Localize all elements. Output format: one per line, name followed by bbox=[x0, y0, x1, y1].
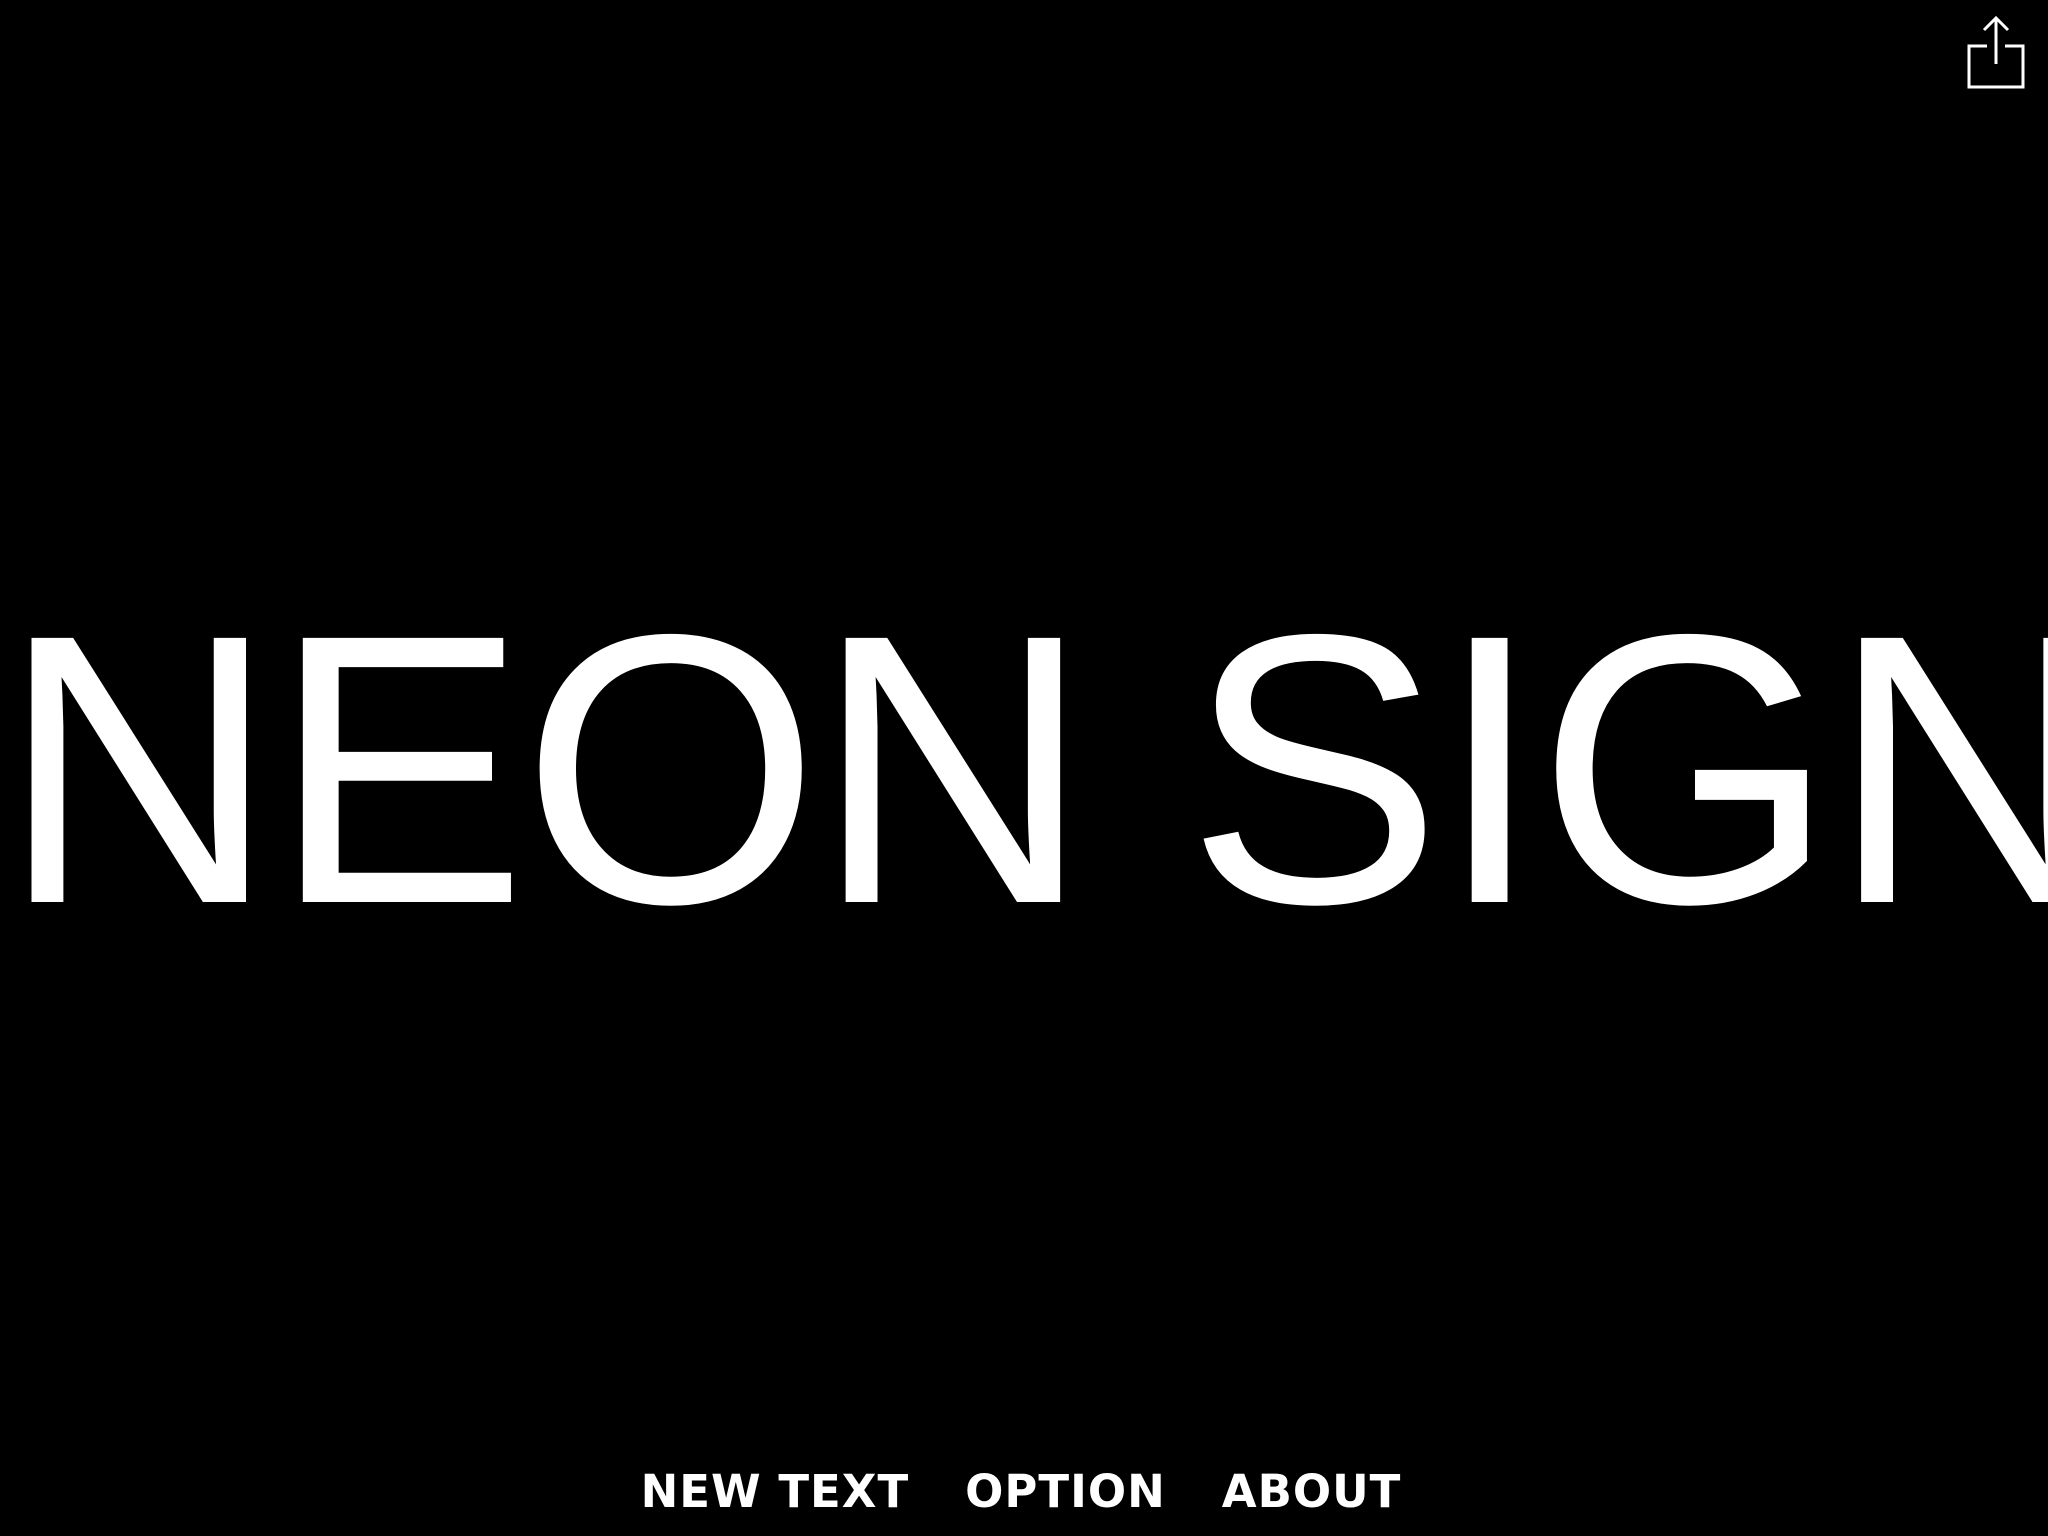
share-icon bbox=[1967, 15, 2025, 89]
about-button[interactable]: ABOUT bbox=[1222, 1462, 1402, 1522]
option-button[interactable]: OPTION bbox=[965, 1462, 1166, 1522]
bottom-menu: NEW TEXT OPTION ABOUT bbox=[0, 1462, 2048, 1522]
neon-sign-screen: NEON SIGN NEW TEXT OPTION ABOUT bbox=[0, 0, 2048, 1536]
share-button[interactable] bbox=[1966, 14, 2026, 90]
new-text-button[interactable]: NEW TEXT bbox=[641, 1462, 910, 1522]
sign-text: NEON SIGN bbox=[0, 555, 2048, 984]
